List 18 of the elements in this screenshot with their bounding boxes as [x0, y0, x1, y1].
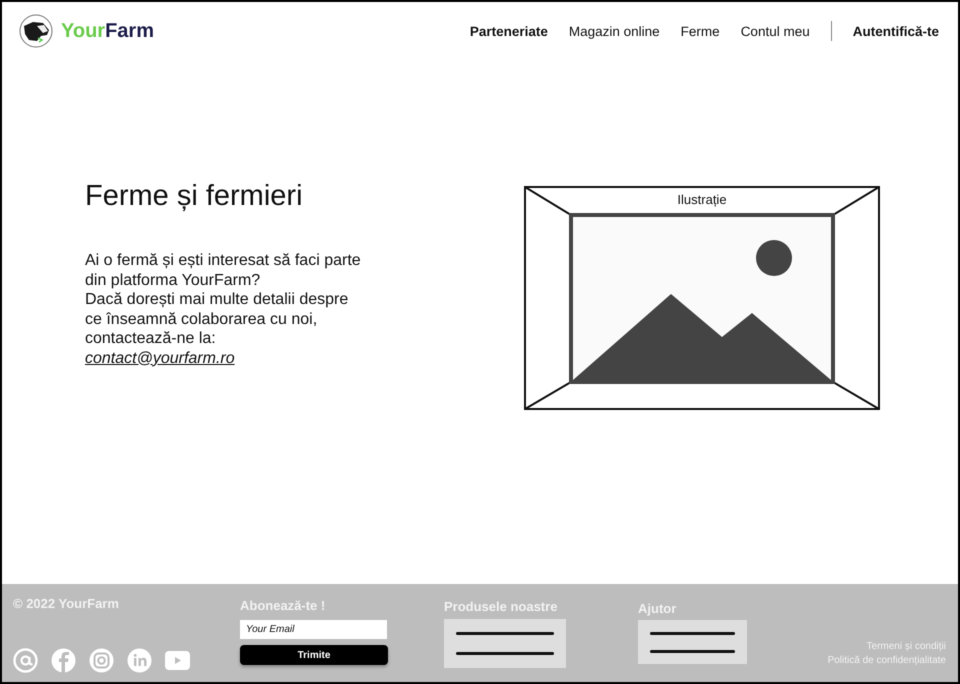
email-icon[interactable]: [13, 648, 38, 673]
submit-button[interactable]: Trimite: [240, 645, 388, 665]
nav-link[interactable]: Ferme: [680, 24, 720, 38]
page-heading: Ferme și fermieri: [85, 180, 304, 213]
cow-icon[interactable]: [19, 14, 53, 48]
facebook-icon[interactable]: [51, 648, 76, 673]
video-play-icon[interactable]: [165, 648, 190, 673]
intro-paragraph: Ai o fermă și ești interesat să faci parte din platforma YourFarm? Dacă dorești mai multe detalii despre ce înseamnă colaborarea cu noi, contactează-ne la: contact@yourfarm.ro: [85, 251, 362, 368]
linkedin-icon[interactable]: [127, 648, 152, 673]
login-link[interactable]: Autentifică-te: [852, 24, 939, 38]
illustration-caption: Ilustrație: [677, 192, 727, 207]
email-link[interactable]: contact@yourfarm.ro: [85, 350, 235, 366]
logo-text[interactable]: YourFarm: [61, 20, 154, 42]
nav-link[interactable]: Magazin online: [568, 24, 660, 38]
nav-link[interactable]: Parteneriate: [470, 24, 548, 38]
email-field[interactable]: Your Email: [240, 620, 387, 639]
nav-link[interactable]: Contul meu: [740, 24, 810, 38]
instagram-icon[interactable]: [89, 648, 114, 673]
